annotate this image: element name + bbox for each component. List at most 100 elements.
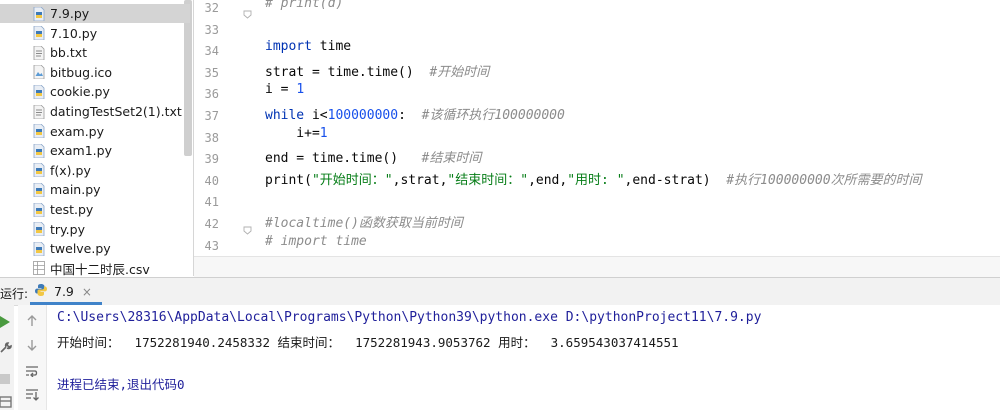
tree-item[interactable]: f(x).py <box>0 161 190 180</box>
code-line: i = 1 <box>265 82 304 97</box>
console-program-output: 开始时间： 1752281940.2458332 结束时间： 175228194… <box>57 335 679 350</box>
tree-item[interactable]: 7.9.py <box>0 4 190 23</box>
console-exit-message: 进程已结束,退出代码0 <box>57 377 185 392</box>
editor-bottom-bar <box>194 256 1000 277</box>
close-icon[interactable]: × <box>82 285 92 299</box>
stop-icon[interactable] <box>0 369 10 388</box>
code-line: i+=1 <box>265 125 328 141</box>
tree-item[interactable]: bb.txt <box>0 43 190 62</box>
scroll-to-end-icon[interactable] <box>18 385 46 405</box>
tree-item[interactable]: test.py <box>0 200 190 219</box>
code-comment: #localtime()函数获取当前时间 <box>265 216 463 231</box>
run-tab-label: 7.9 <box>54 284 74 299</box>
arrow-down-icon[interactable] <box>18 335 46 355</box>
code-string: "开始时间：" <box>311 172 393 188</box>
line-number: 41 <box>204 195 219 210</box>
code-text: i< <box>304 108 328 123</box>
python-file-icon <box>33 202 45 217</box>
code-comment: #结束时间 <box>421 151 482 167</box>
tree-item[interactable]: datingTestSet2(1).txt <box>0 102 190 121</box>
tree-item-label: try.py <box>50 221 85 237</box>
line-number: 37 <box>204 109 219 123</box>
tree-item[interactable]: cookie.py <box>0 82 190 101</box>
tree-item[interactable]: main.py <box>0 180 190 199</box>
code-comment: #执行100000000次所需要的时间 <box>726 172 922 188</box>
line-number: 40 <box>204 173 219 188</box>
wrench-icon[interactable] <box>0 339 12 358</box>
line-number: 36 <box>204 87 219 102</box>
python-file-icon <box>33 182 45 197</box>
line-gutter: 32 33 34 35 36 37 38 39 40 41 42 43 <box>194 0 256 256</box>
console-output[interactable]: C:\Users\28316\AppData\Local\Programs\Py… <box>47 305 1000 410</box>
python-run-icon <box>34 282 48 301</box>
project-tree: 7.9.py 7.10.py bb.txt bitbug.ico cookie.py da… <box>0 0 194 276</box>
code-line: print("开始时间：",strat,"结束时间：",end,"用时: ",e… <box>265 169 922 188</box>
code-comment: # import time <box>265 233 367 249</box>
fold-icon[interactable] <box>243 220 252 235</box>
tree-item-label: 7.10.py <box>50 25 98 41</box>
run-toolbar-secondary <box>18 305 47 410</box>
code-line: # import time <box>265 234 367 249</box>
tree-item-label: main.py <box>50 182 101 198</box>
python-file-icon <box>33 222 45 237</box>
tree-item-label: test.py <box>50 202 94 217</box>
tree-item[interactable]: 7.10.py <box>0 24 190 43</box>
python-file-icon <box>33 124 45 139</box>
tree-item[interactable]: bitbug.ico <box>0 63 190 82</box>
code-text: : <box>398 108 422 123</box>
code-comment: # print(d) <box>265 0 344 11</box>
tree-item-label: f(x).py <box>50 162 91 178</box>
line-number: 34 <box>204 44 219 59</box>
code-text: i+= <box>265 125 320 141</box>
code-line: strat = time.time() #开始时间 <box>265 61 489 80</box>
layout-icon[interactable] <box>0 393 12 412</box>
fold-icon[interactable] <box>243 4 252 19</box>
code-text: ,strat, <box>392 172 448 188</box>
code-text: print( <box>265 172 312 188</box>
run-tab-7-9[interactable]: 7.9 × <box>30 280 96 303</box>
code-line: import time <box>265 39 351 54</box>
run-panel-header: 运行: 7.9 × <box>0 277 1000 306</box>
tree-item[interactable]: exam.py <box>0 122 190 141</box>
console-command-line: C:\Users\28316\AppData\Local\Programs\Py… <box>57 310 762 325</box>
tree-item[interactable]: 中国十二时辰.csv <box>0 259 190 276</box>
code-line: while i<100000000: #该循环执行100000000 <box>265 104 565 123</box>
rerun-icon[interactable] <box>0 313 10 332</box>
code-text: end = time.time() <box>265 151 422 167</box>
line-number: 33 <box>204 22 219 37</box>
code-text: strat = time.time() <box>265 64 430 80</box>
python-file-icon <box>33 143 45 158</box>
tree-item-label: twelve.py <box>50 241 111 257</box>
code-comment: #开始时间 <box>429 64 490 80</box>
run-toolbar-primary <box>0 305 14 410</box>
code-keyword: import <box>265 39 312 55</box>
soft-wrap-icon[interactable] <box>18 361 46 381</box>
python-file-icon <box>33 163 45 178</box>
tree-item-label: bitbug.ico <box>50 64 113 80</box>
line-number: 35 <box>204 65 219 80</box>
code-text: ,end-strat) <box>624 172 727 188</box>
code-editor[interactable]: 32 33 34 35 36 37 38 39 40 41 42 43 # print(d) impor… <box>194 0 1000 256</box>
code-number: 1 <box>319 125 328 141</box>
line-number: 43 <box>204 238 219 253</box>
code-string: "结束时间：" <box>447 172 529 188</box>
tree-item[interactable]: try.py <box>0 220 190 239</box>
tree-item[interactable]: exam1.py <box>0 141 190 160</box>
line-number: 42 <box>204 217 219 231</box>
tree-item-label: exam1.py <box>50 143 112 159</box>
text-file-icon <box>33 104 45 119</box>
code-text: time <box>311 39 352 55</box>
tree-item-label: cookie.py <box>50 84 110 100</box>
text-file-icon <box>33 45 45 60</box>
tree-item-label: 7.9.py <box>50 6 90 21</box>
python-file-icon <box>33 26 45 41</box>
tree-item-label: bb.txt <box>50 45 88 61</box>
arrow-up-icon[interactable] <box>18 311 46 331</box>
python-file-icon <box>33 84 45 99</box>
line-number: 38 <box>204 130 219 145</box>
code-comment: #该循环执行100000000 <box>421 108 565 123</box>
code-string: "用时: " <box>567 172 625 188</box>
code-text: ,end, <box>528 172 568 188</box>
line-number: 32 <box>204 1 219 15</box>
tree-item[interactable]: twelve.py <box>0 239 190 258</box>
